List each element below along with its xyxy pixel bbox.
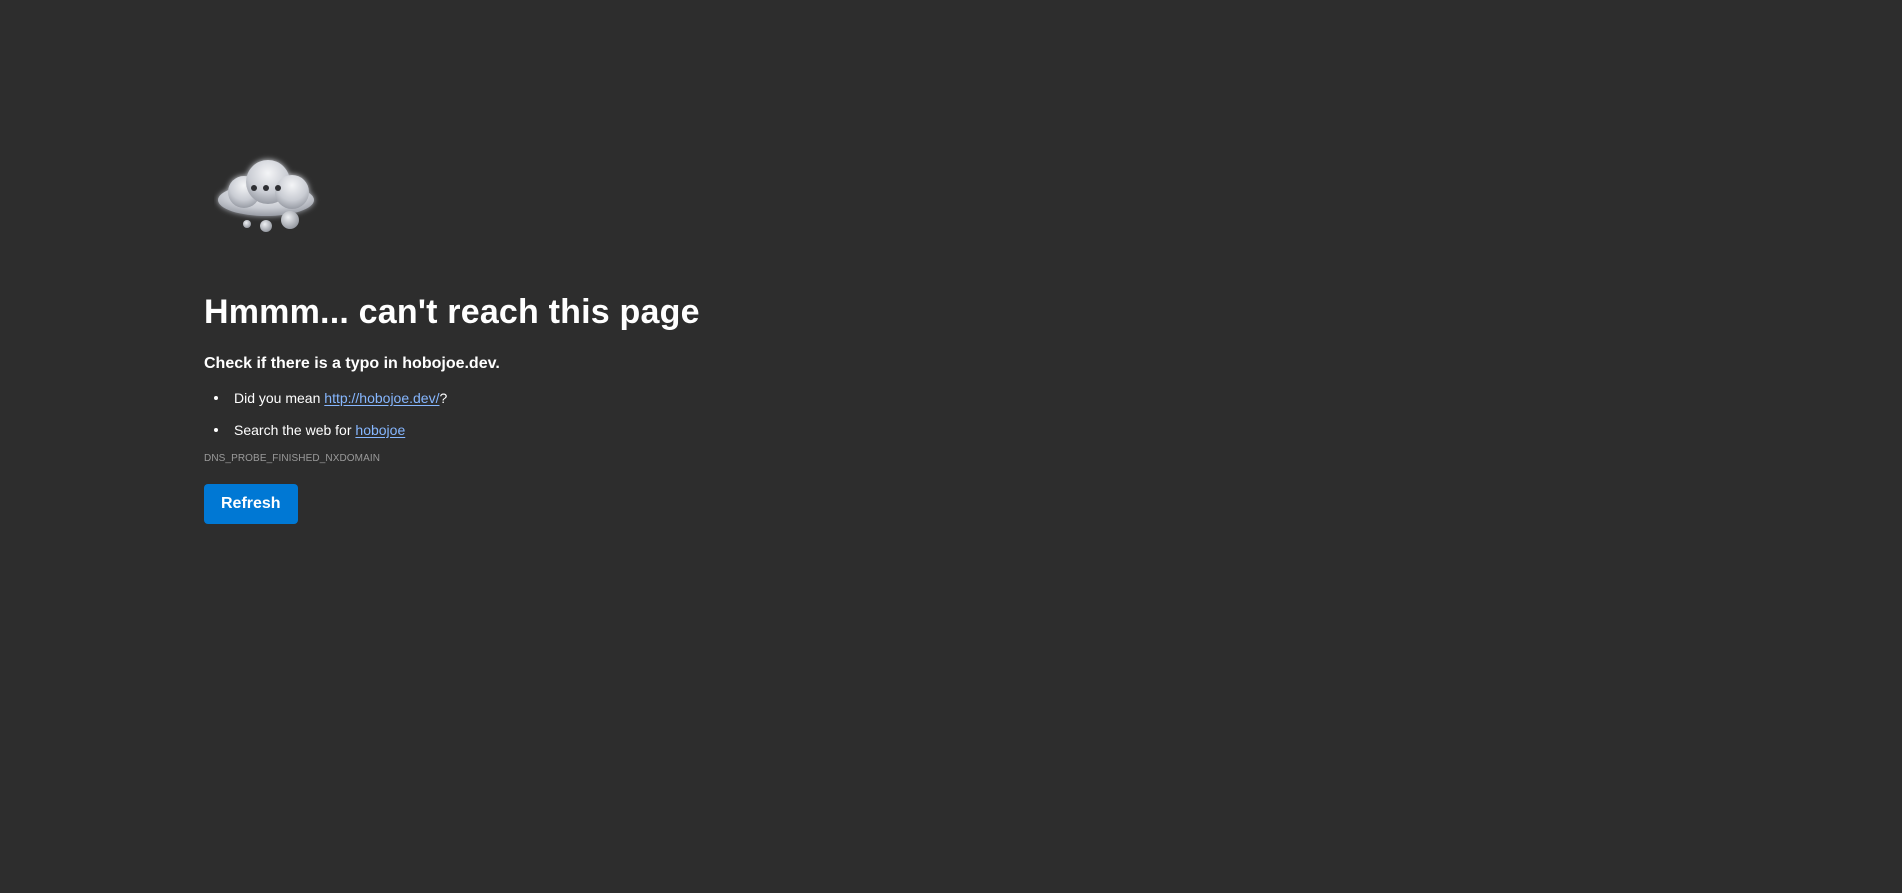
error-content: Hmmm... can't reach this page Check if t…: [204, 150, 1104, 524]
refresh-button[interactable]: Refresh: [204, 483, 298, 524]
suggestions-list: Did you mean http://hobojoe.dev/? Search…: [204, 389, 1104, 439]
page-title: Hmmm... can't reach this page: [204, 293, 700, 331]
did-you-mean-link[interactable]: http://hobojoe.dev/: [324, 390, 439, 406]
cloud-illustration: [218, 160, 314, 232]
list-item: Did you mean http://hobojoe.dev/?: [214, 389, 1104, 407]
thinking-cloud-icon: [214, 150, 324, 240]
list-item: Search the web for hobojoe: [214, 421, 1104, 439]
error-page: Hmmm... can't reach this page Check if t…: [0, 0, 1902, 893]
suggestion-text: Did you mean: [234, 389, 325, 406]
suggestion-suffix: ?: [439, 389, 448, 406]
error-code: DNS_PROBE_FINISHED_NXDOMAIN: [204, 452, 381, 464]
suggestion-text: Search the web for: [234, 421, 356, 438]
search-web-link[interactable]: hobojoe: [355, 422, 405, 438]
typo-hint: Check if there is a typo in hobojoe.dev.: [204, 354, 500, 372]
